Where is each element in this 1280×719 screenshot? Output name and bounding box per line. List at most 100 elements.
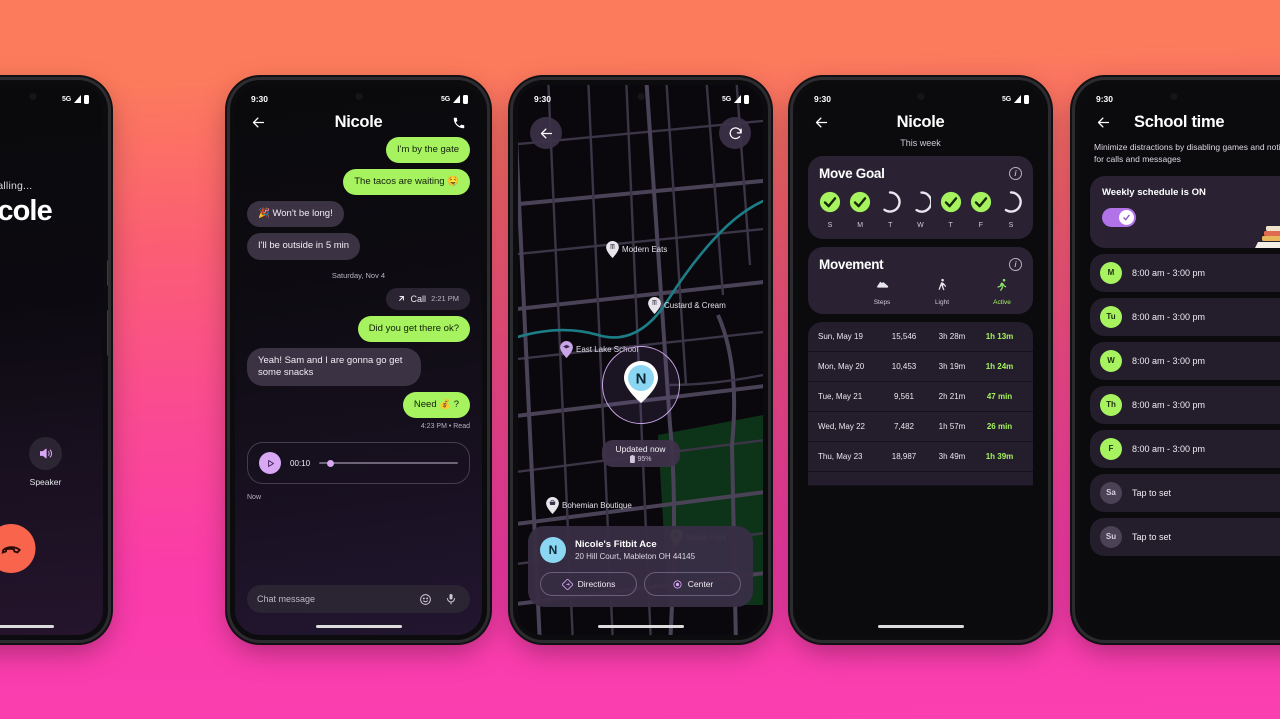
- fitness-screen: 9:30 5G Nicole This week Move Goal i S M…: [798, 85, 1043, 635]
- back-arrow-icon[interactable]: [1094, 114, 1112, 132]
- network-label: 5G: [722, 95, 731, 103]
- table-row[interactable]: Wed, May 22 7,482 1h 57m 26 min: [808, 412, 1033, 442]
- phone-icon[interactable]: [450, 114, 468, 132]
- outgoing-call-icon: [398, 296, 404, 301]
- schedule-row[interactable]: F 8:00 am - 3:00 pm: [1090, 429, 1280, 468]
- battery-icon: [463, 94, 468, 104]
- volume-button[interactable]: [107, 310, 108, 356]
- back-arrow-icon[interactable]: [530, 117, 562, 149]
- table-row[interactable]: Sun, May 19 15,546 3h 28m 1h 13m: [808, 322, 1033, 352]
- day-time: 8:00 am - 3:00 pm: [1132, 399, 1206, 410]
- camera-punch-hole: [637, 93, 644, 100]
- refresh-icon[interactable]: [719, 117, 751, 149]
- poi-marker[interactable]: Bohemian Boutique: [546, 497, 632, 514]
- emoji-icon[interactable]: [416, 590, 434, 608]
- center-button[interactable]: Center: [644, 572, 741, 596]
- side-button[interactable]: [107, 260, 108, 286]
- cell-steps: 15,546: [891, 332, 917, 341]
- movement-columns: Steps Light Active: [819, 278, 1022, 306]
- status-bar: 9:30: [1080, 85, 1280, 109]
- call-content: Calling... Nicole Mute: [0, 85, 103, 635]
- cell-light: 1h 57m: [938, 422, 966, 431]
- phone-school-time-screen: 9:30 School time Minimize distractions b…: [1075, 80, 1280, 640]
- ring-complete-icon: [970, 191, 991, 213]
- day-ring[interactable]: S: [1000, 191, 1022, 229]
- move-goal-rings: S M T W T F S: [819, 191, 1022, 229]
- chat-read-stamp: 4:23 PM • Read: [420, 423, 470, 431]
- schedule-row[interactable]: W 8:00 am - 3:00 pm: [1090, 341, 1280, 380]
- day-label: M: [857, 222, 864, 229]
- day-time: 8:00 am - 3:00 pm: [1132, 355, 1206, 366]
- nav-pill: [0, 624, 54, 628]
- voice-note-stamp: Now: [247, 494, 262, 502]
- camera-punch-hole: [355, 93, 362, 100]
- nav-pill: [597, 624, 684, 628]
- chat-bubble: I'll be outside in 5 min: [247, 233, 361, 260]
- column-active: Active: [984, 278, 1020, 306]
- day-ring[interactable]: F: [970, 191, 992, 229]
- day-ring[interactable]: S: [819, 191, 841, 229]
- device-location-marker[interactable]: N: [623, 361, 658, 403]
- table-row[interactable]: Thu, May 23 18,987 3h 49m 1h 39m: [808, 442, 1033, 472]
- info-icon[interactable]: i: [1009, 167, 1022, 180]
- table-row[interactable]: Tue, May 21 9,561 2h 21m 47 min: [808, 382, 1033, 412]
- call-log-chip[interactable]: Call 2:21 PM: [385, 287, 470, 310]
- chat-input-placeholder[interactable]: Chat message: [257, 594, 408, 604]
- day-badge: Th: [1100, 393, 1122, 416]
- day-ring[interactable]: T: [879, 191, 902, 229]
- weekly-schedule-toggle[interactable]: [1102, 207, 1136, 227]
- day-ring[interactable]: W: [909, 191, 933, 229]
- play-icon[interactable]: [259, 452, 281, 475]
- chat-composer[interactable]: Chat message: [247, 585, 470, 613]
- end-call-icon: [1, 545, 21, 554]
- network-label: 5G: [441, 95, 450, 103]
- speaker-icon: [29, 437, 62, 470]
- end-call-button[interactable]: [0, 524, 36, 573]
- cell-day: Tue, May 21: [818, 392, 863, 401]
- status-time: 9:30: [814, 94, 832, 104]
- schedule-row[interactable]: M 8:00 am - 3:00 pm: [1090, 253, 1280, 292]
- signal-icon: [453, 95, 460, 103]
- cell-light: 2h 21m: [938, 392, 966, 401]
- directions-button[interactable]: Directions: [540, 572, 637, 596]
- schedule-row[interactable]: Su Tap to set ×: [1090, 517, 1280, 556]
- speaker-label: Speaker: [29, 477, 62, 487]
- camera-punch-hole: [917, 93, 924, 100]
- speaker-button[interactable]: Speaker: [29, 437, 62, 487]
- table-row[interactable]: Mon, May 20 10,453 3h 19m 1h 24m: [808, 352, 1033, 382]
- device-name: Nicole's Fitbit Ace: [575, 539, 657, 550]
- info-icon[interactable]: i: [1009, 258, 1022, 271]
- back-arrow-icon[interactable]: [812, 114, 830, 132]
- cell-active: 47 min: [986, 392, 1013, 401]
- cell-light: 3h 49m: [938, 452, 966, 461]
- day-badge: F: [1100, 437, 1122, 460]
- poi-marker[interactable]: Modern Eats: [606, 241, 667, 258]
- column-light: Light: [924, 278, 960, 306]
- nav-pill: [315, 624, 402, 628]
- schedule-row[interactable]: Sa Tap to set ×: [1090, 473, 1280, 512]
- slider-handle[interactable]: [327, 459, 335, 467]
- cell-active: 1h 13m: [985, 332, 1014, 341]
- school-pin-icon: [560, 341, 573, 358]
- move-goal-header: Move Goal i: [819, 166, 1022, 181]
- check-icon: [1123, 214, 1130, 221]
- mic-icon[interactable]: [442, 590, 460, 608]
- column-label: Light: [934, 299, 950, 306]
- day-ring[interactable]: M: [849, 191, 871, 229]
- day-ring[interactable]: T: [940, 191, 962, 229]
- day-badge: Sa: [1100, 481, 1122, 504]
- center-label: Center: [687, 579, 714, 589]
- day-badge: M: [1100, 261, 1122, 284]
- schedule-row[interactable]: Th 8:00 am - 3:00 pm: [1090, 385, 1280, 424]
- poi-marker[interactable]: Custard & Cream: [648, 297, 726, 314]
- voice-note-slider[interactable]: [319, 459, 458, 467]
- updated-label: Updated now: [615, 444, 666, 454]
- day-badge: Su: [1100, 525, 1122, 548]
- running-icon: [997, 278, 1007, 292]
- voice-note-card[interactable]: 00:10: [247, 442, 470, 485]
- schedule-row[interactable]: Tu 8:00 am - 3:00 pm: [1090, 297, 1280, 336]
- back-arrow-icon[interactable]: [249, 114, 267, 132]
- table-row-partial[interactable]: [808, 472, 1033, 486]
- map-screen: 9:30 5G Modern Eats Custard & Cream East…: [518, 85, 763, 635]
- status-icons: 5G: [62, 94, 89, 104]
